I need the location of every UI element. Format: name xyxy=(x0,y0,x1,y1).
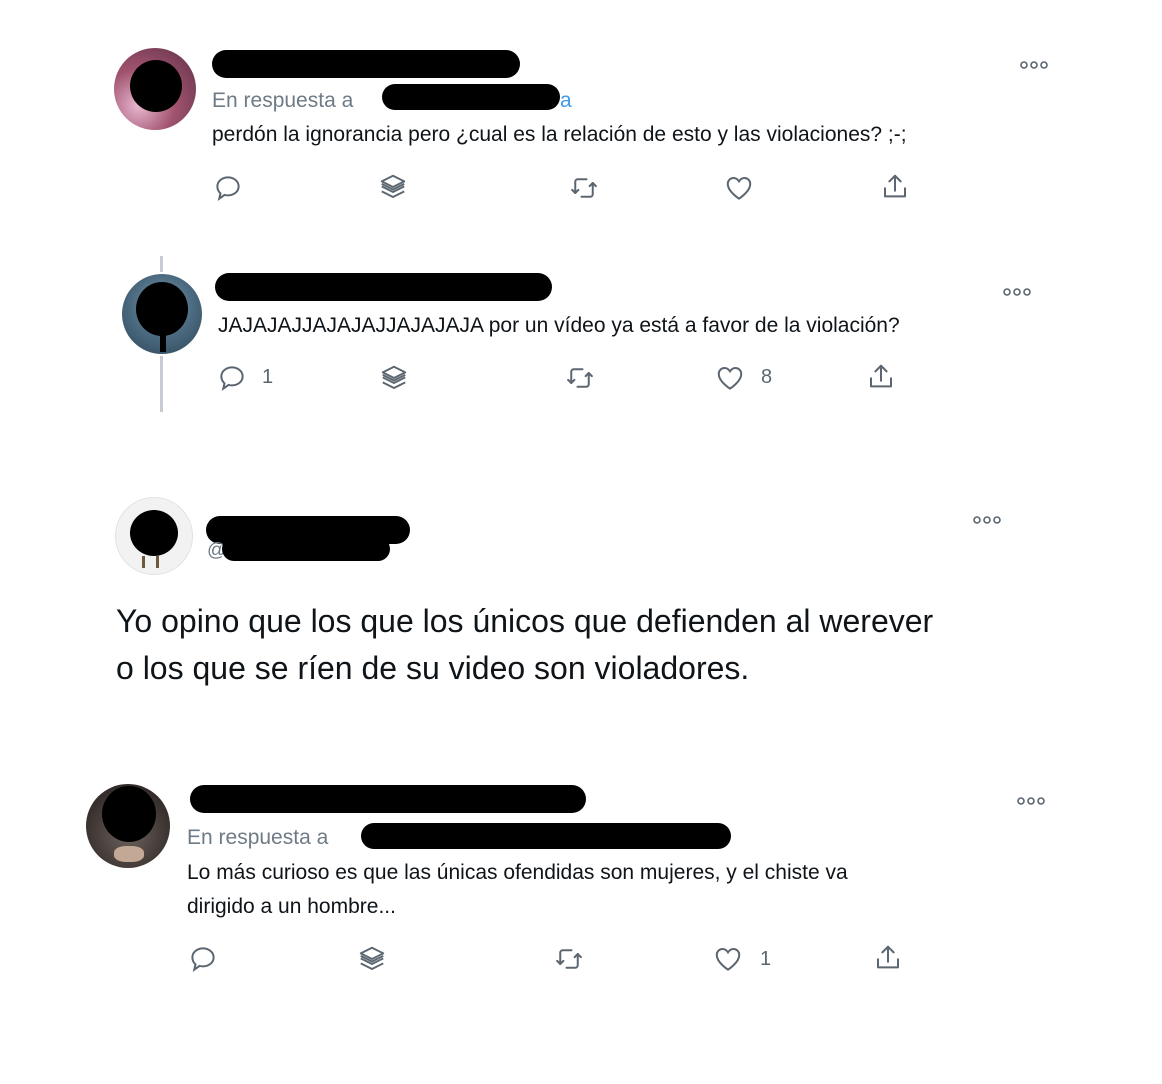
redacted-reply-handle[interactable] xyxy=(382,84,560,110)
thread-line-bottom xyxy=(160,356,163,412)
stack-icon[interactable] xyxy=(378,172,408,202)
like-count: 1 xyxy=(760,948,772,970)
reply-icon[interactable] xyxy=(217,363,247,393)
tweet-text-line-2: dirigido a un hombre... xyxy=(187,895,396,918)
stack-icon[interactable] xyxy=(357,944,387,974)
avatar[interactable] xyxy=(114,48,196,130)
avatar[interactable] xyxy=(86,784,170,868)
heart-icon[interactable] xyxy=(713,944,743,974)
more-options-icon[interactable] xyxy=(1003,285,1031,297)
share-icon[interactable] xyxy=(866,362,896,392)
more-options-icon[interactable] xyxy=(973,513,1001,525)
heart-icon[interactable] xyxy=(724,173,754,203)
stack-icon[interactable] xyxy=(379,363,409,393)
tweet-text-line-1: Lo más curioso es que las únicas ofendid… xyxy=(187,861,848,884)
thread-line-top xyxy=(160,256,163,272)
tweet-text-line-2: o los que se ríen de su video son violad… xyxy=(116,650,750,686)
share-icon[interactable] xyxy=(880,172,910,202)
redacted-reply-handle[interactable] xyxy=(361,823,731,849)
reply-icon[interactable] xyxy=(188,944,218,974)
tweet-text: JAJAJAJJAJAJAJJAJAJAJA por un vídeo ya e… xyxy=(218,314,900,337)
reply-prefix: En respuesta a xyxy=(212,89,354,112)
retweet-icon[interactable] xyxy=(565,363,595,393)
tweet-text-line-1: Yo opino que los que los únicos que defi… xyxy=(116,603,934,639)
retweet-icon[interactable] xyxy=(554,944,584,974)
avatar[interactable] xyxy=(115,497,193,575)
redacted-username xyxy=(215,273,552,301)
reply-handle-tail[interactable]: a xyxy=(560,89,572,113)
more-options-icon[interactable] xyxy=(1017,794,1045,806)
redacted-username xyxy=(190,785,586,813)
tweet-text: perdón la ignorancia pero ¿cual es la re… xyxy=(212,123,907,146)
more-options-icon[interactable] xyxy=(1020,58,1048,70)
retweet-icon[interactable] xyxy=(569,173,599,203)
like-count: 8 xyxy=(761,366,773,388)
reply-icon[interactable] xyxy=(213,173,243,203)
heart-icon[interactable] xyxy=(715,363,745,393)
reply-count: 1 xyxy=(262,366,274,388)
reply-prefix: En respuesta a xyxy=(187,826,329,849)
redacted-handle xyxy=(222,537,390,561)
avatar[interactable] xyxy=(122,274,202,354)
share-icon[interactable] xyxy=(873,943,903,973)
redacted-username xyxy=(212,50,520,78)
